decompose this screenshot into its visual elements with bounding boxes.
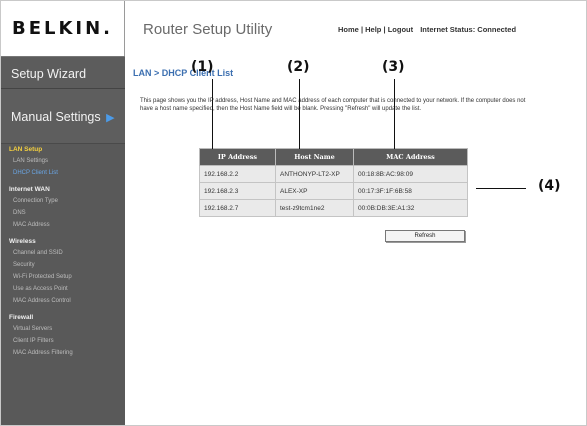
sidebar-item-client-ip-filters[interactable]: Client IP Filters — [1, 335, 125, 347]
table-row: 192.168.2.7 test-z9tcm1ne2 00:0B:DB:3E:A… — [199, 199, 468, 217]
refresh-button[interactable]: Refresh — [385, 230, 465, 242]
sidebar-item-wps[interactable]: Wi-Fi Protected Setup — [1, 271, 125, 283]
page-description: This page shows you the IP address, Host… — [140, 98, 526, 112]
callout-4: (4) — [538, 178, 561, 194]
router-ui: BELKIN. Router Setup Utility Home | Help… — [0, 0, 587, 426]
callout-2-line — [299, 79, 300, 149]
host-cell: test-z9tcm1ne2 — [275, 199, 354, 217]
sidebar-item-channel-ssid[interactable]: Channel and SSID — [1, 247, 125, 259]
ip-cell: 192.168.2.2 — [199, 165, 276, 183]
column-header-mac: MAC Address — [353, 148, 468, 166]
help-link[interactable]: Help — [365, 25, 381, 34]
callout-4-line — [476, 188, 526, 189]
callout-3-line — [394, 79, 395, 149]
ip-cell: 192.168.2.7 — [199, 199, 276, 217]
callout-3: (3) — [382, 59, 405, 75]
play-arrow-icon: ▶ — [106, 112, 115, 124]
main-content: LAN > DHCP Client List This page shows y… — [125, 56, 586, 425]
host-cell: ANTHONYP-LT2-XP — [275, 165, 354, 183]
callout-1: (1) — [191, 59, 214, 75]
breadcrumb: LAN > DHCP Client List — [133, 68, 234, 78]
dhcp-client-table: IP Address Host Name MAC Address 192.168… — [199, 148, 468, 217]
sidebar-item-mac-address[interactable]: MAC Address — [1, 219, 125, 231]
sidebar-menu: LAN Setup LAN Settings DHCP Client List … — [1, 144, 125, 359]
ip-cell: 192.168.2.3 — [199, 182, 276, 200]
sidebar-item-dns[interactable]: DNS — [1, 207, 125, 219]
callout-2: (2) — [287, 59, 310, 75]
callout-1-line — [212, 79, 213, 149]
belkin-logo: BELKIN. — [11, 18, 114, 39]
mac-cell: 00:17:3F:1F:6B:58 — [353, 182, 468, 200]
sidebar-item-virtual-servers[interactable]: Virtual Servers — [1, 323, 125, 335]
table-row: 192.168.2.2 ANTHONYP-LT2-XP 00:18:8B:AC:… — [199, 165, 468, 183]
column-header-host: Host Name — [275, 148, 354, 166]
sidebar-item-lan-settings[interactable]: LAN Settings — [1, 155, 125, 167]
sidebar-item-mac-control[interactable]: MAC Address Control — [1, 295, 125, 307]
sidebar-item-connection-type[interactable]: Connection Type — [1, 195, 125, 207]
top-links: Home | Help | Logout Internet Status: Co… — [338, 25, 516, 34]
home-link[interactable]: Home — [338, 25, 359, 34]
link-separator: | — [383, 25, 386, 34]
mac-cell: 00:18:8B:AC:98:09 — [353, 165, 468, 183]
manual-settings-link[interactable]: Manual Settings ▶ — [1, 89, 125, 144]
sidebar-section-internet-wan[interactable]: Internet WAN — [1, 184, 125, 195]
sidebar-section-wireless[interactable]: Wireless — [1, 236, 125, 247]
manual-settings-label: Manual Settings — [11, 110, 101, 124]
sidebar-item-security[interactable]: Security — [1, 259, 125, 271]
utility-title: Router Setup Utility — [143, 21, 273, 38]
table-row: 192.168.2.3 ALEX-XP 00:17:3F:1F:6B:58 — [199, 182, 468, 200]
mac-cell: 00:0B:DB:3E:A1:32 — [353, 199, 468, 217]
internet-status: Internet Status: Connected — [420, 25, 517, 34]
sidebar-item-mac-filtering[interactable]: MAC Address Filtering — [1, 347, 125, 359]
link-separator: | — [360, 25, 364, 34]
logo-area: BELKIN. — [1, 1, 125, 56]
sidebar-item-access-point[interactable]: Use as Access Point — [1, 283, 125, 295]
setup-wizard-link[interactable]: Setup Wizard — [1, 56, 125, 89]
column-header-ip: IP Address — [199, 148, 276, 166]
sidebar-item-dhcp-client-list[interactable]: DHCP Client List — [1, 167, 125, 179]
logout-link[interactable]: Logout — [388, 25, 413, 34]
host-cell: ALEX-XP — [275, 182, 354, 200]
sidebar: Setup Wizard Manual Settings ▶ LAN Setup… — [1, 56, 125, 425]
sidebar-section-lan-setup[interactable]: LAN Setup — [1, 144, 125, 155]
header: Router Setup Utility Home | Help | Logou… — [125, 1, 586, 56]
sidebar-section-firewall[interactable]: Firewall — [1, 312, 125, 323]
